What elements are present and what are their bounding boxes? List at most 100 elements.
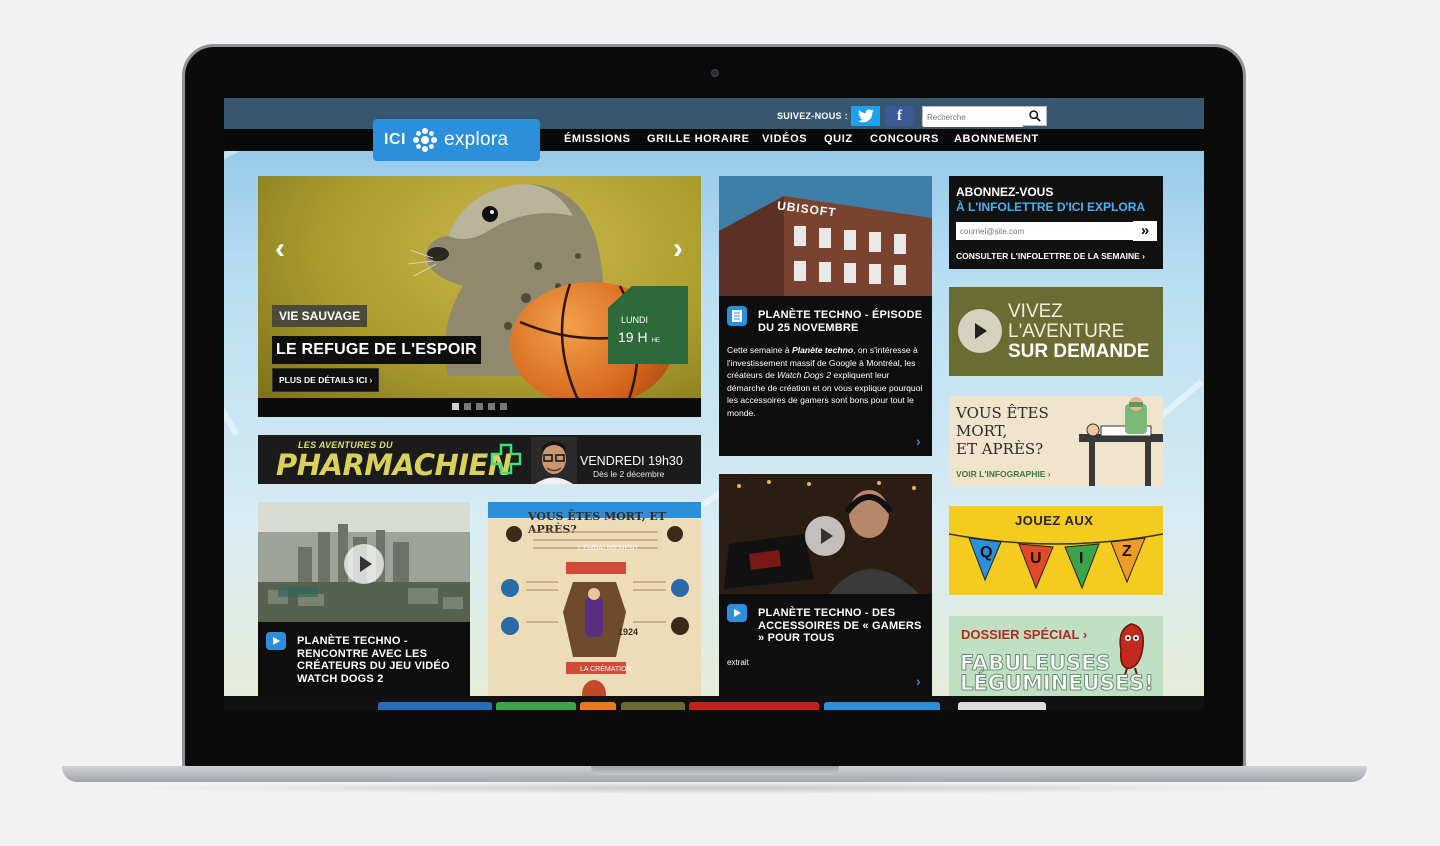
infographic-title-1: VOUS ÊTES bbox=[956, 404, 1049, 422]
play-video-icon[interactable] bbox=[805, 516, 845, 556]
quiz-letter-u: U bbox=[1030, 550, 1042, 567]
newsletter-box: ABONNEZ-VOUS À L'INFOLETTRE D'ICI EXPLOR… bbox=[949, 176, 1163, 269]
radio-canada-gem-icon bbox=[412, 128, 437, 152]
category-tab[interactable] bbox=[580, 702, 616, 710]
slide-indicator bbox=[258, 398, 701, 417]
quiz-promo[interactable]: JOUEZ AUX Q U I Z bbox=[949, 506, 1163, 595]
category-tab[interactable] bbox=[958, 702, 1046, 710]
play-icon[interactable] bbox=[958, 309, 1002, 353]
video-type-icon bbox=[266, 632, 286, 650]
ici-explora-logo[interactable]: ICI explora bbox=[373, 119, 540, 161]
next-slide-arrow-icon[interactable]: › bbox=[666, 234, 690, 264]
nav-grille-horaire[interactable]: GRILLE HORAIRE bbox=[647, 133, 750, 145]
ubisoft-episode-card[interactable]: UBISOFT PLANÈTE TECHNO - ÉPISODE DU 25 N… bbox=[719, 176, 932, 456]
video-type-icon bbox=[727, 604, 747, 622]
category-tab[interactable] bbox=[689, 702, 819, 710]
ubisoft-card-title: PLANÈTE TECHNO - ÉPISODE DU 25 NOVEMBRE bbox=[758, 309, 923, 334]
category-tab[interactable] bbox=[496, 702, 576, 710]
host-portrait bbox=[531, 437, 577, 484]
quiz-letter-i: I bbox=[1079, 550, 1084, 567]
category-tab[interactable] bbox=[378, 702, 492, 710]
pharmachien-banner[interactable]: LES AVENTURES DU PHARMACHIEN VENDREDI 19… bbox=[258, 435, 701, 484]
search-box bbox=[922, 106, 1047, 127]
infographic-link[interactable]: VOIR L'INFOGRAPHIE › bbox=[956, 469, 1051, 479]
body-text: Cette semaine à bbox=[727, 345, 792, 355]
schedule-time: 19 H bbox=[618, 329, 648, 345]
dossier-title-2: LÉGUMINEUSES! bbox=[960, 671, 1155, 696]
quiz-title: JOUEZ AUX bbox=[1015, 513, 1094, 528]
pharmachien-title: PHARMACHIEN bbox=[276, 448, 512, 482]
vod-line-2: L'AVENTURE bbox=[1008, 321, 1125, 342]
quiz-letter-z: Z bbox=[1122, 543, 1132, 560]
nav-concours[interactable]: CONCOURS bbox=[870, 133, 939, 145]
card-chevron-icon[interactable]: › bbox=[916, 433, 921, 449]
newsletter-archive-link[interactable]: CONSULTER L'INFOLETTRE DE LA SEMAINE › bbox=[956, 251, 1145, 261]
newsletter-subtitle: À L'INFOLETTRE D'ICI EXPLORA bbox=[956, 200, 1146, 214]
document-icon bbox=[732, 310, 742, 322]
search-icon[interactable] bbox=[1029, 110, 1041, 122]
newsletter-title: ABONNEZ-VOUS bbox=[956, 185, 1054, 199]
top-bar bbox=[224, 98, 1204, 129]
play-video-icon[interactable] bbox=[344, 544, 384, 584]
show-title[interactable]: LE REFUGE DE L'ESPOIR bbox=[272, 336, 481, 364]
article-type-icon bbox=[727, 306, 747, 326]
body-emphasis: Watch Dogs 2 bbox=[777, 370, 831, 380]
pharmacy-cross-icon bbox=[490, 443, 522, 475]
browser-screen: SUIVEZ-NOUS : f ICI explora ÉMISSIONS GR… bbox=[224, 98, 1204, 710]
nav-abonnement[interactable]: ABONNEMENT bbox=[954, 133, 1039, 145]
pharmachien-airdate: VENDREDI 19h30 bbox=[580, 454, 683, 468]
laptop-shadow bbox=[110, 782, 1320, 794]
gamers-card-tag: extrait bbox=[727, 658, 749, 667]
nav-emissions[interactable]: ÉMISSIONS bbox=[564, 133, 631, 145]
nav-quiz[interactable]: QUIZ bbox=[824, 133, 853, 145]
twitter-icon[interactable] bbox=[851, 106, 880, 126]
facebook-glyph: f bbox=[897, 107, 902, 124]
category-badge: VIE SAUVAGE bbox=[272, 305, 368, 327]
category-tab[interactable] bbox=[621, 702, 685, 710]
video-play-mini-icon bbox=[273, 637, 280, 645]
slide-dot[interactable] bbox=[500, 403, 507, 410]
schedule-time-row: 19 H HE bbox=[618, 329, 660, 345]
schedule-day: LUNDI bbox=[621, 315, 649, 325]
category-tab[interactable] bbox=[824, 702, 940, 710]
schedule-timezone: HE bbox=[651, 338, 660, 344]
infographic-title-3: ET APRÈS? bbox=[956, 440, 1044, 458]
background-beam bbox=[224, 398, 239, 436]
slide-dot[interactable] bbox=[488, 403, 495, 410]
gamers-card-title: PLANÈTE TECHNO - DES ACCESSOIRES DE « GA… bbox=[758, 607, 922, 644]
facebook-icon[interactable]: f bbox=[885, 106, 914, 126]
ubisoft-card-body: Cette semaine à Planète techno, on s'int… bbox=[727, 344, 927, 419]
vod-promo[interactable]: VIVEZ L'AVENTURE SUR DEMANDE bbox=[949, 287, 1163, 376]
logo-explora-text: explora bbox=[443, 129, 509, 150]
ubisoft-building-thumbnail bbox=[719, 176, 932, 296]
video-play-mini-icon bbox=[734, 609, 741, 617]
infographic-promo[interactable]: VOUS ÊTES MORT, ET APRÈS? VOIR L'INFOGRA… bbox=[949, 396, 1163, 486]
newsletter-email-input[interactable] bbox=[956, 222, 1136, 240]
bean-mascot-illustration bbox=[1119, 623, 1144, 676]
previous-slide-arrow-icon[interactable]: ‹ bbox=[268, 234, 292, 264]
infographic-year: 1924 bbox=[618, 627, 639, 637]
webcam-icon bbox=[711, 69, 719, 77]
body-emphasis: Planète techno bbox=[791, 345, 854, 355]
city-video-title: PLANÈTE TECHNO - RENCONTRE AVEC LES CRÉA… bbox=[297, 635, 450, 685]
embaumement-label: L'EMBAUMEMENT bbox=[578, 545, 639, 552]
slide-dot[interactable] bbox=[452, 403, 459, 410]
search-input[interactable] bbox=[923, 108, 1023, 127]
vod-line-1: VIVEZ bbox=[1008, 301, 1063, 322]
nav-videos[interactable]: VIDÉOS bbox=[762, 133, 807, 145]
dossier-label[interactable]: DOSSIER SPÉCIAL › bbox=[961, 627, 1087, 642]
cremation-label: LA CRÉMATION bbox=[580, 666, 632, 673]
slide-dot[interactable] bbox=[464, 403, 471, 410]
surgeon-illustration bbox=[1079, 397, 1163, 486]
hero-slider[interactable]: ‹ › VIE SAUVAGE LE REFUGE DE L'ESPOIR PL… bbox=[258, 176, 701, 417]
vod-line-3: SUR DEMANDE bbox=[1008, 341, 1150, 362]
card-chevron-icon[interactable]: › bbox=[916, 673, 921, 689]
gamers-video-card[interactable]: PLANÈTE TECHNO - DES ACCESSOIRES DE « GA… bbox=[719, 474, 932, 696]
logo-ici-text: ICI bbox=[384, 131, 406, 148]
category-tab-strip bbox=[224, 696, 1204, 710]
slide-dot[interactable] bbox=[476, 403, 483, 410]
details-button[interactable]: PLUS DE DÉTAILS ICI › bbox=[272, 368, 380, 392]
newsletter-submit-icon[interactable]: » bbox=[1133, 221, 1157, 241]
infographic-card[interactable]: VOUS ÊTES MORT, ET APRÈS? L'EMBAUMEMENT … bbox=[488, 502, 701, 710]
city-video-card[interactable]: PLANÈTE TECHNO - RENCONTRE AVEC LES CRÉA… bbox=[258, 502, 470, 710]
